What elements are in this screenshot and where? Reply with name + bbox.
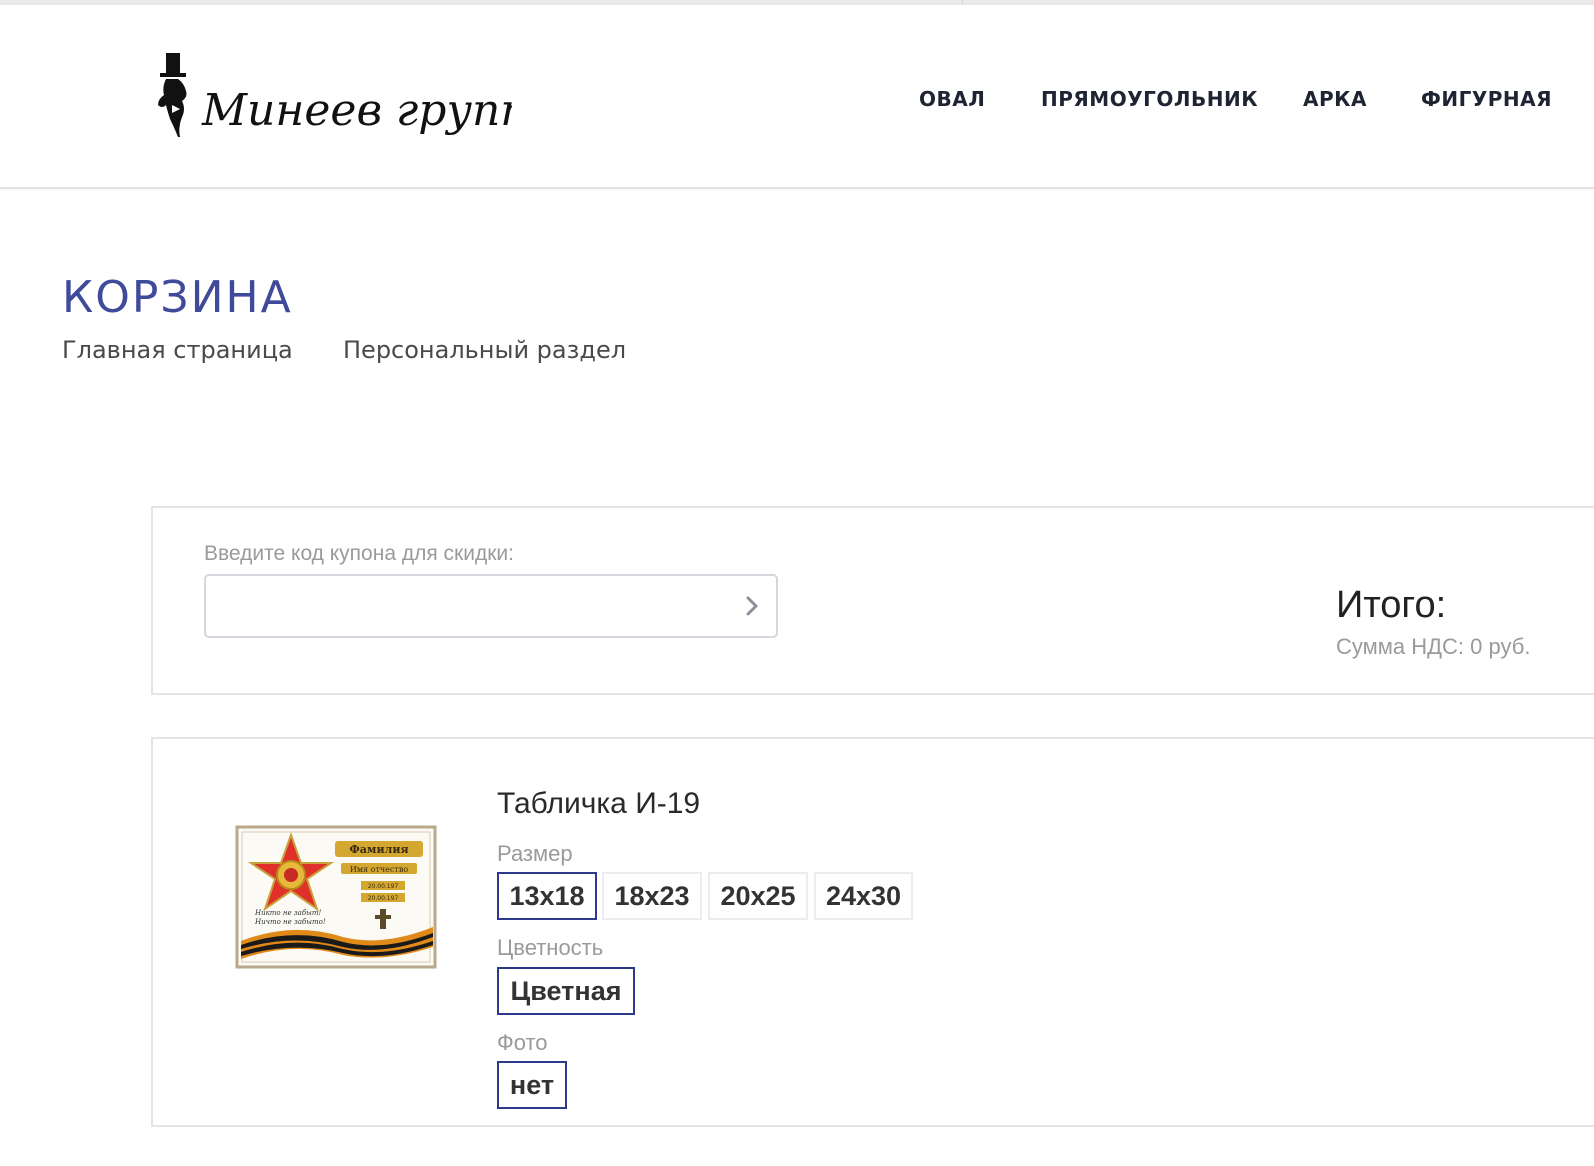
photo-option-none[interactable]: нет bbox=[497, 1061, 567, 1109]
svg-text:20.00.197: 20.00.197 bbox=[368, 883, 399, 890]
product-title: Табличка И-19 bbox=[497, 787, 701, 820]
breadcrumb-home[interactable]: Главная страница bbox=[62, 336, 293, 364]
nav-item-rectangle[interactable]: ПРЯМОУГОЛЬНИК bbox=[1041, 87, 1258, 111]
chevron-right-icon[interactable] bbox=[738, 592, 766, 620]
vat-amount: Сумма НДС: 0 руб. bbox=[1336, 634, 1531, 659]
site-header: Минеев групп ОВАЛ ПРЯМОУГОЛЬНИК АРКА ФИГ… bbox=[0, 5, 1594, 189]
size-option-24x30[interactable]: 24x30 bbox=[814, 872, 913, 920]
svg-text:Ничто не забыто!: Ничто не забыто! bbox=[254, 918, 326, 926]
color-option-colored[interactable]: Цветная bbox=[497, 967, 635, 1015]
nav-item-arch[interactable]: АРКА bbox=[1303, 87, 1367, 111]
product-image[interactable]: Фамилия Имя отчество 20.00.197 20.00.197… bbox=[233, 823, 439, 975]
breadcrumb-personal-section[interactable]: Персональный раздел bbox=[343, 336, 626, 364]
total-label: Итого: bbox=[1336, 584, 1447, 626]
nav-item-figured[interactable]: ФИГУРНАЯ bbox=[1421, 87, 1552, 111]
size-option-13x18[interactable]: 13x18 bbox=[497, 872, 597, 920]
coupon-field bbox=[204, 574, 778, 638]
color-label: Цветность bbox=[497, 935, 604, 960]
size-option-20x25[interactable]: 20x25 bbox=[708, 872, 808, 920]
svg-text:Имя отчество: Имя отчество bbox=[350, 865, 408, 874]
coupon-input[interactable] bbox=[216, 584, 720, 630]
coupon-panel: Введите код купона для скидки: Итого: Су… bbox=[151, 506, 1594, 695]
svg-text:20.00.197: 20.00.197 bbox=[368, 895, 399, 902]
size-option-18x23[interactable]: 18x23 bbox=[602, 872, 702, 920]
coupon-label: Введите код купона для скидки: bbox=[204, 542, 514, 565]
photo-label: Фото bbox=[497, 1030, 548, 1055]
page-title: КОРЗИНА bbox=[62, 272, 293, 323]
svg-text:Фамилия: Фамилия bbox=[349, 843, 408, 856]
nav-item-oval[interactable]: ОВАЛ bbox=[919, 87, 985, 111]
cart-item: Фамилия Имя отчество 20.00.197 20.00.197… bbox=[151, 737, 1594, 1127]
size-label: Размер bbox=[497, 841, 573, 866]
svg-text:Никто не забыт!: Никто не забыт! bbox=[254, 909, 321, 917]
main-nav: ОВАЛ ПРЯМОУГОЛЬНИК АРКА ФИГУРНАЯ bbox=[0, 87, 1594, 117]
